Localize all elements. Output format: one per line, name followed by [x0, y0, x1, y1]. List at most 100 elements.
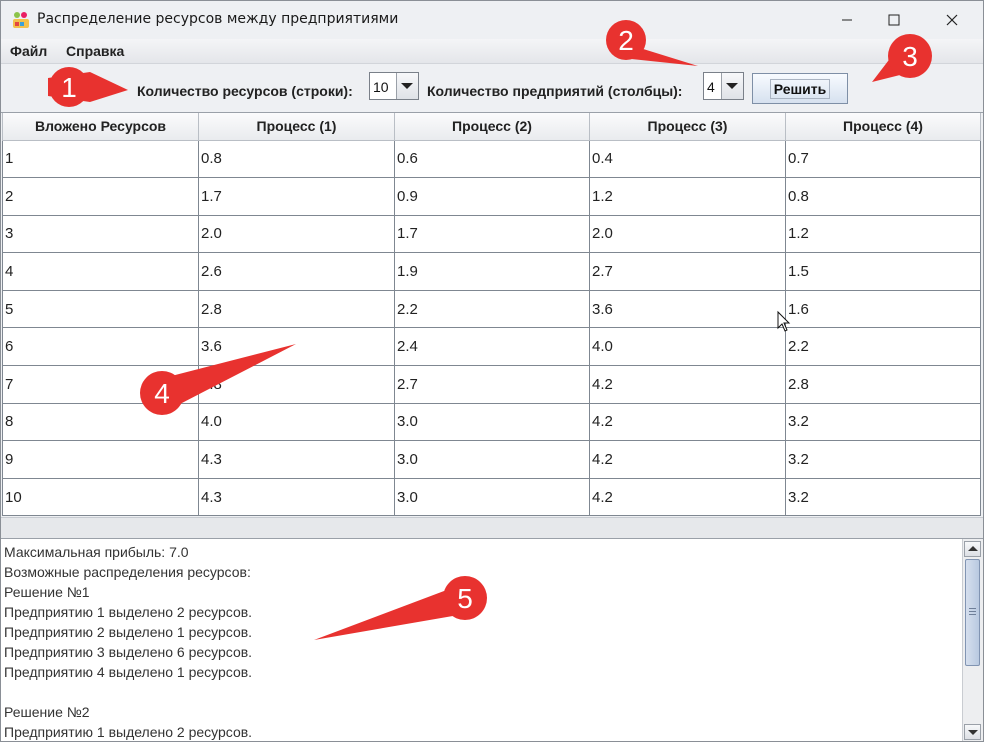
process-value-cell[interactable]: 4.3 — [198, 440, 395, 479]
vertical-scrollbar[interactable] — [962, 539, 983, 741]
table-row[interactable]: 9 4.3 3.0 4.2 3.2 — [2, 440, 981, 479]
solve-button[interactable]: Решить — [752, 73, 848, 104]
scrollbar-thumb[interactable] — [965, 559, 980, 666]
process-value-cell[interactable]: 2.0 — [589, 214, 786, 254]
process-value-cell[interactable]: 1.6 — [785, 289, 981, 329]
process-value-cell[interactable]: 4.3 — [198, 477, 395, 517]
window-title: Распределение ресурсов между предприятия… — [37, 11, 399, 27]
process-value-cell[interactable]: 3.6 — [198, 327, 395, 367]
process-value-cell[interactable]: 1.2 — [589, 177, 786, 216]
result-line: Предприятию 1 выделено 2 ресурсов. — [4, 604, 253, 620]
result-line: Возможные распределения ресурсов: — [4, 564, 251, 580]
app-window: Распределение ресурсов между предприятия… — [0, 0, 984, 742]
result-line: Предприятию 2 выделено 1 ресурсов. — [4, 624, 253, 640]
process-value-cell[interactable]: 3.8 — [198, 365, 395, 404]
column-header[interactable]: Процесс (4) — [785, 113, 981, 141]
menu-bar: Файл Справка — [1, 39, 983, 64]
process-value-cell[interactable]: 0.7 — [785, 139, 981, 179]
toolbar: Количество ресурсов (строки): 10 Количес… — [1, 64, 983, 112]
process-value-cell[interactable]: 0.8 — [198, 139, 395, 179]
resources-invested-cell[interactable]: 9 — [2, 440, 199, 479]
process-value-cell[interactable]: 4.2 — [589, 477, 786, 517]
resources-invested-cell[interactable]: 8 — [2, 402, 199, 442]
resources-invested-cell[interactable]: 1 — [2, 139, 199, 179]
process-value-cell[interactable]: 1.7 — [198, 177, 395, 216]
process-value-cell[interactable]: 2.4 — [394, 327, 590, 367]
process-value-cell[interactable]: 2.7 — [589, 252, 786, 291]
table-row[interactable]: 8 4.0 3.0 4.2 3.2 — [2, 402, 981, 442]
result-text: Максимальная прибыль: 7.0 Возможные распр… — [4, 542, 954, 741]
process-value-cell[interactable]: 2.2 — [394, 289, 590, 329]
result-line: Предприятию 4 выделено 1 ресурсов. — [4, 664, 253, 680]
process-value-cell[interactable]: 2.0 — [198, 214, 395, 254]
process-value-cell[interactable]: 1.5 — [785, 252, 981, 291]
menu-file[interactable]: Файл — [10, 43, 47, 59]
process-value-cell[interactable]: 3.2 — [785, 477, 981, 517]
table-row[interactable]: 6 3.6 2.4 4.0 2.2 — [2, 327, 981, 367]
process-value-cell[interactable]: 3.2 — [785, 440, 981, 479]
resources-invested-cell[interactable]: 3 — [2, 214, 199, 254]
close-icon — [946, 14, 958, 26]
resources-count-select[interactable]: 10 — [369, 72, 419, 100]
process-value-cell[interactable]: 1.7 — [394, 214, 590, 254]
process-value-cell[interactable]: 2.7 — [394, 365, 590, 404]
resources-invested-cell[interactable]: 10 — [2, 477, 199, 517]
column-header[interactable]: Вложено Ресурсов — [2, 113, 199, 141]
process-value-cell[interactable]: 0.4 — [589, 139, 786, 179]
minimize-icon — [842, 19, 852, 21]
table-row[interactable]: 7 3.8 2.7 4.2 2.8 — [2, 365, 981, 404]
process-value-cell[interactable]: 4.2 — [589, 440, 786, 479]
maximize-button[interactable] — [871, 1, 917, 39]
table-row[interactable]: 3 2.0 1.7 2.0 1.2 — [2, 214, 981, 254]
chevron-down-icon — [721, 73, 743, 99]
process-value-cell[interactable]: 1.2 — [785, 214, 981, 254]
process-value-cell[interactable]: 2.6 — [198, 252, 395, 291]
process-value-cell[interactable]: 2.2 — [785, 327, 981, 367]
resources-invested-cell[interactable]: 5 — [2, 289, 199, 329]
process-value-cell[interactable]: 4.0 — [198, 402, 395, 442]
solve-button-label: Решить — [769, 78, 831, 99]
resources-invested-cell[interactable]: 6 — [2, 327, 199, 367]
resources-invested-cell[interactable]: 4 — [2, 252, 199, 291]
maximize-icon — [888, 14, 900, 26]
process-value-cell[interactable]: 3.0 — [394, 440, 590, 479]
table-header-row: Вложено Ресурсов Процесс (1) Процесс (2)… — [2, 113, 981, 141]
process-value-cell[interactable]: 3.2 — [785, 402, 981, 442]
process-value-cell[interactable]: 4.2 — [589, 365, 786, 404]
table-row[interactable]: 2 1.7 0.9 1.2 0.8 — [2, 177, 981, 216]
process-value-cell[interactable]: 0.9 — [394, 177, 590, 216]
chevron-down-icon — [396, 73, 418, 99]
column-header[interactable]: Процесс (2) — [394, 113, 590, 141]
process-value-cell[interactable]: 1.9 — [394, 252, 590, 291]
process-value-cell[interactable]: 2.8 — [198, 289, 395, 329]
result-line: Решение №2 — [4, 704, 90, 720]
resources-invested-cell[interactable]: 7 — [2, 365, 199, 404]
title-bar: Распределение ресурсов между предприятия… — [1, 1, 983, 39]
horizontal-scrollbar[interactable] — [1, 517, 983, 539]
resources-count-value: 10 — [373, 79, 389, 95]
scroll-up-button[interactable] — [964, 541, 981, 557]
process-value-cell[interactable]: 3.0 — [394, 402, 590, 442]
table-row[interactable]: 1 0.8 0.6 0.4 0.7 — [2, 139, 981, 179]
process-value-cell[interactable]: 3.0 — [394, 477, 590, 517]
table-row[interactable]: 10 4.3 3.0 4.2 3.2 — [2, 477, 981, 517]
enterprises-count-select[interactable]: 4 — [703, 72, 744, 100]
table-row[interactable]: 4 2.6 1.9 2.7 1.5 — [2, 252, 981, 291]
scroll-down-button[interactable] — [964, 724, 981, 740]
column-header[interactable]: Процесс (1) — [198, 113, 395, 141]
process-value-cell[interactable]: 2.8 — [785, 365, 981, 404]
menu-help[interactable]: Справка — [66, 43, 124, 59]
process-value-cell[interactable]: 3.6 — [589, 289, 786, 329]
minimize-button[interactable] — [824, 1, 870, 39]
column-header[interactable]: Процесс (3) — [589, 113, 786, 141]
result-output-area[interactable]: Максимальная прибыль: 7.0 Возможные распр… — [1, 538, 983, 741]
process-value-cell[interactable]: 4.2 — [589, 402, 786, 442]
process-value-cell[interactable]: 4.0 — [589, 327, 786, 367]
process-value-cell[interactable]: 0.8 — [785, 177, 981, 216]
resources-invested-cell[interactable]: 2 — [2, 177, 199, 216]
result-line: Максимальная прибыль: 7.0 — [4, 544, 189, 560]
table-row[interactable]: 5 2.8 2.2 3.6 1.6 — [2, 289, 981, 329]
process-value-cell[interactable]: 0.6 — [394, 139, 590, 179]
result-line: Предприятию 3 выделено 6 ресурсов. — [4, 644, 253, 660]
close-button[interactable] — [929, 1, 975, 39]
